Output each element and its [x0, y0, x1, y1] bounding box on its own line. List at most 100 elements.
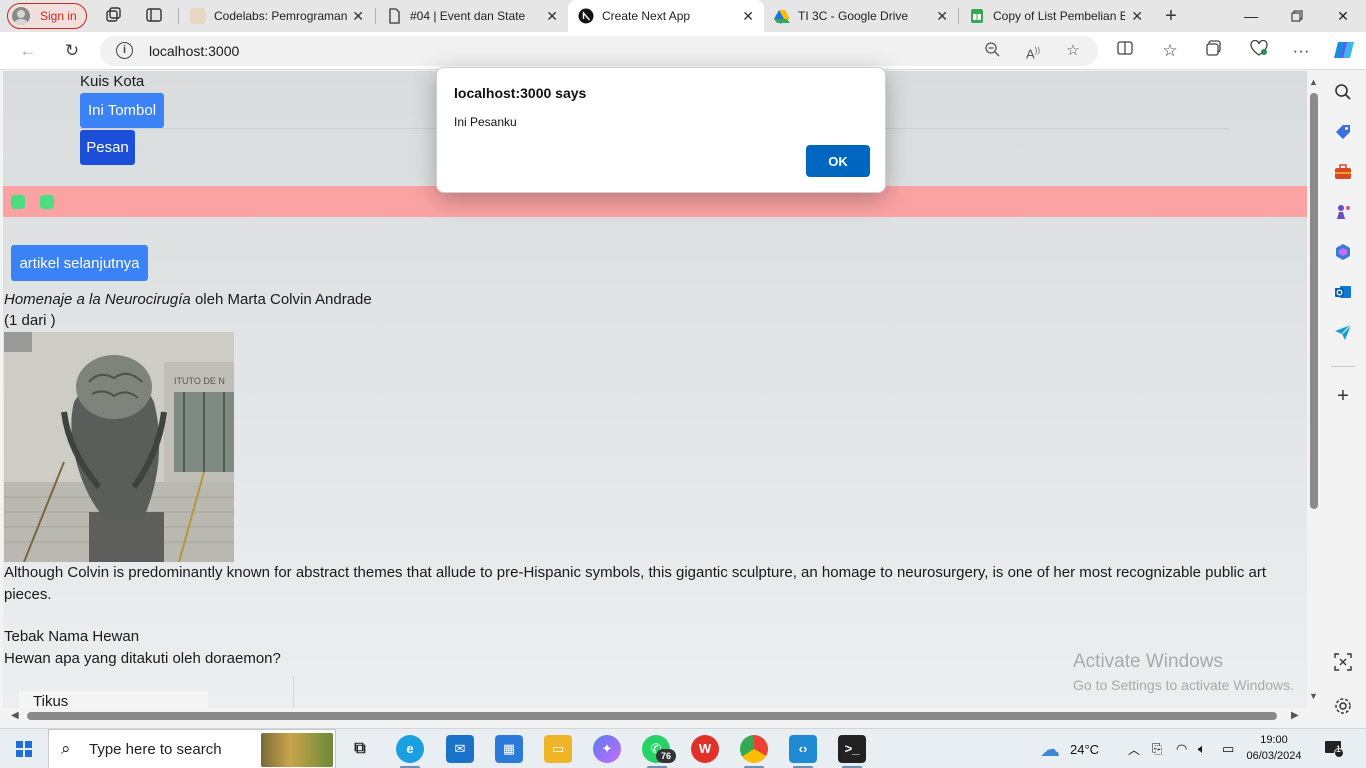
scroll-right-icon[interactable]: ▶ — [1291, 710, 1299, 721]
new-tab-icon[interactable]: + — [1161, 6, 1181, 26]
site-info-icon[interactable]: i — [116, 42, 133, 59]
add-sidebar-app-icon[interactable]: + — [1334, 386, 1352, 406]
dialog-message: Ini Pesanku — [454, 115, 517, 129]
artwork-heading: Homenaje a la Neurocirugía oleh Marta Co… — [4, 291, 372, 308]
back-icon[interactable]: ← — [17, 40, 39, 62]
microsoft-store-icon[interactable]: ▦ — [495, 735, 523, 763]
close-icon[interactable]: ✕ — [742, 8, 754, 25]
copilot-icon[interactable] — [1332, 38, 1354, 60]
vertical-scrollbar[interactable]: ▲ ▼ — [1307, 71, 1321, 708]
usb-device-icon[interactable]: ⎘ — [1152, 729, 1162, 768]
dialog-ok-button[interactable]: OK — [806, 145, 870, 177]
codelabs-favicon-icon — [190, 8, 206, 24]
screenshot-icon[interactable] — [1334, 653, 1352, 671]
windows-start-icon[interactable] — [16, 741, 32, 757]
mail-icon[interactable]: ✉ — [446, 735, 474, 763]
taskbar-search-box[interactable]: ⌕ Type here to search — [48, 729, 336, 768]
ini-tombol-button[interactable]: Ini Tombol — [80, 93, 164, 128]
shopping-tag-icon[interactable] — [1334, 123, 1352, 141]
close-icon[interactable]: ✕ — [546, 8, 558, 25]
volume-icon[interactable]: 🔈︎ — [1198, 729, 1206, 768]
vscode-icon[interactable]: ‹› — [789, 735, 817, 763]
tab-separator — [178, 8, 179, 24]
chrome-icon[interactable] — [740, 735, 768, 763]
favorites-icon[interactable]: ☆ — [1159, 40, 1181, 62]
green-square-button[interactable] — [40, 195, 54, 209]
notification-count: 1 — [1336, 744, 1342, 754]
system-clock[interactable]: 19:00 06/03/2024 — [1244, 732, 1304, 764]
tab-title: TI 3C - Google Drive — [798, 9, 909, 23]
horizontal-scrollbar[interactable]: ◀ ▶ — [3, 708, 1307, 724]
scroll-left-icon[interactable]: ◀ — [11, 710, 19, 721]
copilot-taskbar-icon[interactable]: ✦ — [593, 735, 621, 763]
workspaces-icon[interactable] — [103, 6, 123, 26]
tab-title: #04 | Event dan State — [410, 9, 526, 23]
chevron-up-icon[interactable]: ︿ — [1128, 729, 1140, 768]
sidebar-divider — [1331, 366, 1355, 367]
tab-title: Codelabs: Pemrograman — [214, 9, 348, 23]
divider — [293, 676, 294, 708]
send-drop-icon[interactable] — [1334, 323, 1352, 341]
edge-browser-icon[interactable]: e — [396, 735, 424, 763]
close-icon[interactable]: ✕ — [936, 8, 948, 25]
settings-gear-icon[interactable] — [1334, 697, 1352, 715]
minimize-icon[interactable]: — — [1228, 0, 1274, 32]
vertical-scroll-thumb[interactable] — [1310, 93, 1318, 509]
scroll-down-icon[interactable]: ▼ — [1309, 691, 1318, 701]
favorite-star-icon[interactable]: ☆ — [1063, 41, 1083, 61]
games-chess-icon[interactable] — [1334, 203, 1352, 221]
read-aloud-icon[interactable]: A)) — [1023, 41, 1043, 61]
battery-icon[interactable]: ▭ — [1222, 729, 1234, 768]
next-article-button[interactable]: artikel selanjutnya — [11, 245, 148, 281]
collections-icon[interactable] — [1203, 40, 1225, 62]
file-explorer-icon[interactable]: ▭ — [544, 735, 572, 763]
tab-title: Copy of List Pembelian B — [993, 9, 1125, 23]
tab-actions-icon[interactable] — [144, 6, 164, 26]
weather-widget[interactable]: ☁ 24°C — [1040, 729, 1099, 768]
whatsapp-badge: 76 — [656, 749, 676, 763]
restore-icon[interactable] — [1274, 0, 1320, 32]
zoom-out-icon[interactable] — [982, 41, 1002, 61]
task-view-icon[interactable]: ⧉ — [346, 735, 374, 763]
scroll-up-icon[interactable]: ▲ — [1309, 77, 1318, 87]
microsoft-365-icon[interactable] — [1334, 243, 1352, 261]
browser-essentials-icon[interactable] — [1248, 39, 1270, 62]
artwork-counter: (1 dari ) — [4, 312, 56, 329]
search-placeholder: Type here to search — [89, 741, 222, 758]
green-square-button[interactable] — [11, 195, 25, 209]
wps-office-icon[interactable]: W — [691, 735, 719, 763]
nextjs-favicon-icon — [578, 8, 594, 24]
pesan-button[interactable]: Pesan — [80, 130, 135, 165]
artwork-author: oleh Marta Colvin Andrade — [190, 291, 372, 308]
close-icon[interactable]: ✕ — [352, 8, 364, 25]
google-sheets-favicon-icon — [969, 8, 985, 24]
quiz-answer-option[interactable]: Tikus — [19, 691, 208, 708]
sign-in-button[interactable]: Sign in — [7, 3, 87, 29]
close-icon[interactable]: ✕ — [1131, 8, 1143, 25]
search-icon[interactable] — [1334, 83, 1352, 101]
tools-briefcase-icon[interactable] — [1334, 163, 1352, 181]
wifi-icon[interactable]: ◠ — [1176, 729, 1187, 768]
google-drive-favicon-icon — [774, 8, 790, 24]
split-screen-icon[interactable] — [1114, 40, 1136, 62]
watermark-title: Activate Windows — [1073, 651, 1223, 672]
refresh-icon[interactable]: ↻ — [61, 40, 83, 62]
terminal-icon[interactable]: >_ — [838, 735, 866, 763]
address-bar[interactable]: i localhost:3000 A)) ☆ — [100, 36, 1098, 66]
more-options-icon[interactable]: ··· — [1290, 40, 1312, 62]
tab-list-pembelian[interactable]: Copy of List Pembelian B ✕ — [959, 0, 1153, 32]
tab-title: Create Next App — [602, 9, 691, 23]
tab-codelabs[interactable]: Codelabs: Pemrograman ✕ — [180, 0, 374, 32]
tab-create-next-app[interactable]: Create Next App ✕ — [568, 0, 764, 32]
artwork-description: Although Colvin is predominantly known f… — [4, 564, 1267, 603]
artwork-title: Homenaje a la Neurocirugía — [4, 291, 191, 308]
url-text[interactable]: localhost:3000 — [149, 43, 239, 59]
tab-google-drive[interactable]: TI 3C - Google Drive ✕ — [764, 0, 958, 32]
outlook-icon[interactable] — [1334, 283, 1352, 301]
tab-event-dan-state[interactable]: #04 | Event dan State ✕ — [376, 0, 568, 32]
quiz-question: Hewan apa yang ditakuti oleh doraemon? — [4, 650, 281, 667]
activate-windows-watermark: Activate Windows Go to Settings to activ… — [1073, 651, 1294, 693]
edge-sidebar: + — [1321, 71, 1366, 724]
horizontal-scroll-thumb[interactable] — [27, 712, 1277, 720]
close-window-icon[interactable]: ✕ — [1320, 0, 1366, 32]
